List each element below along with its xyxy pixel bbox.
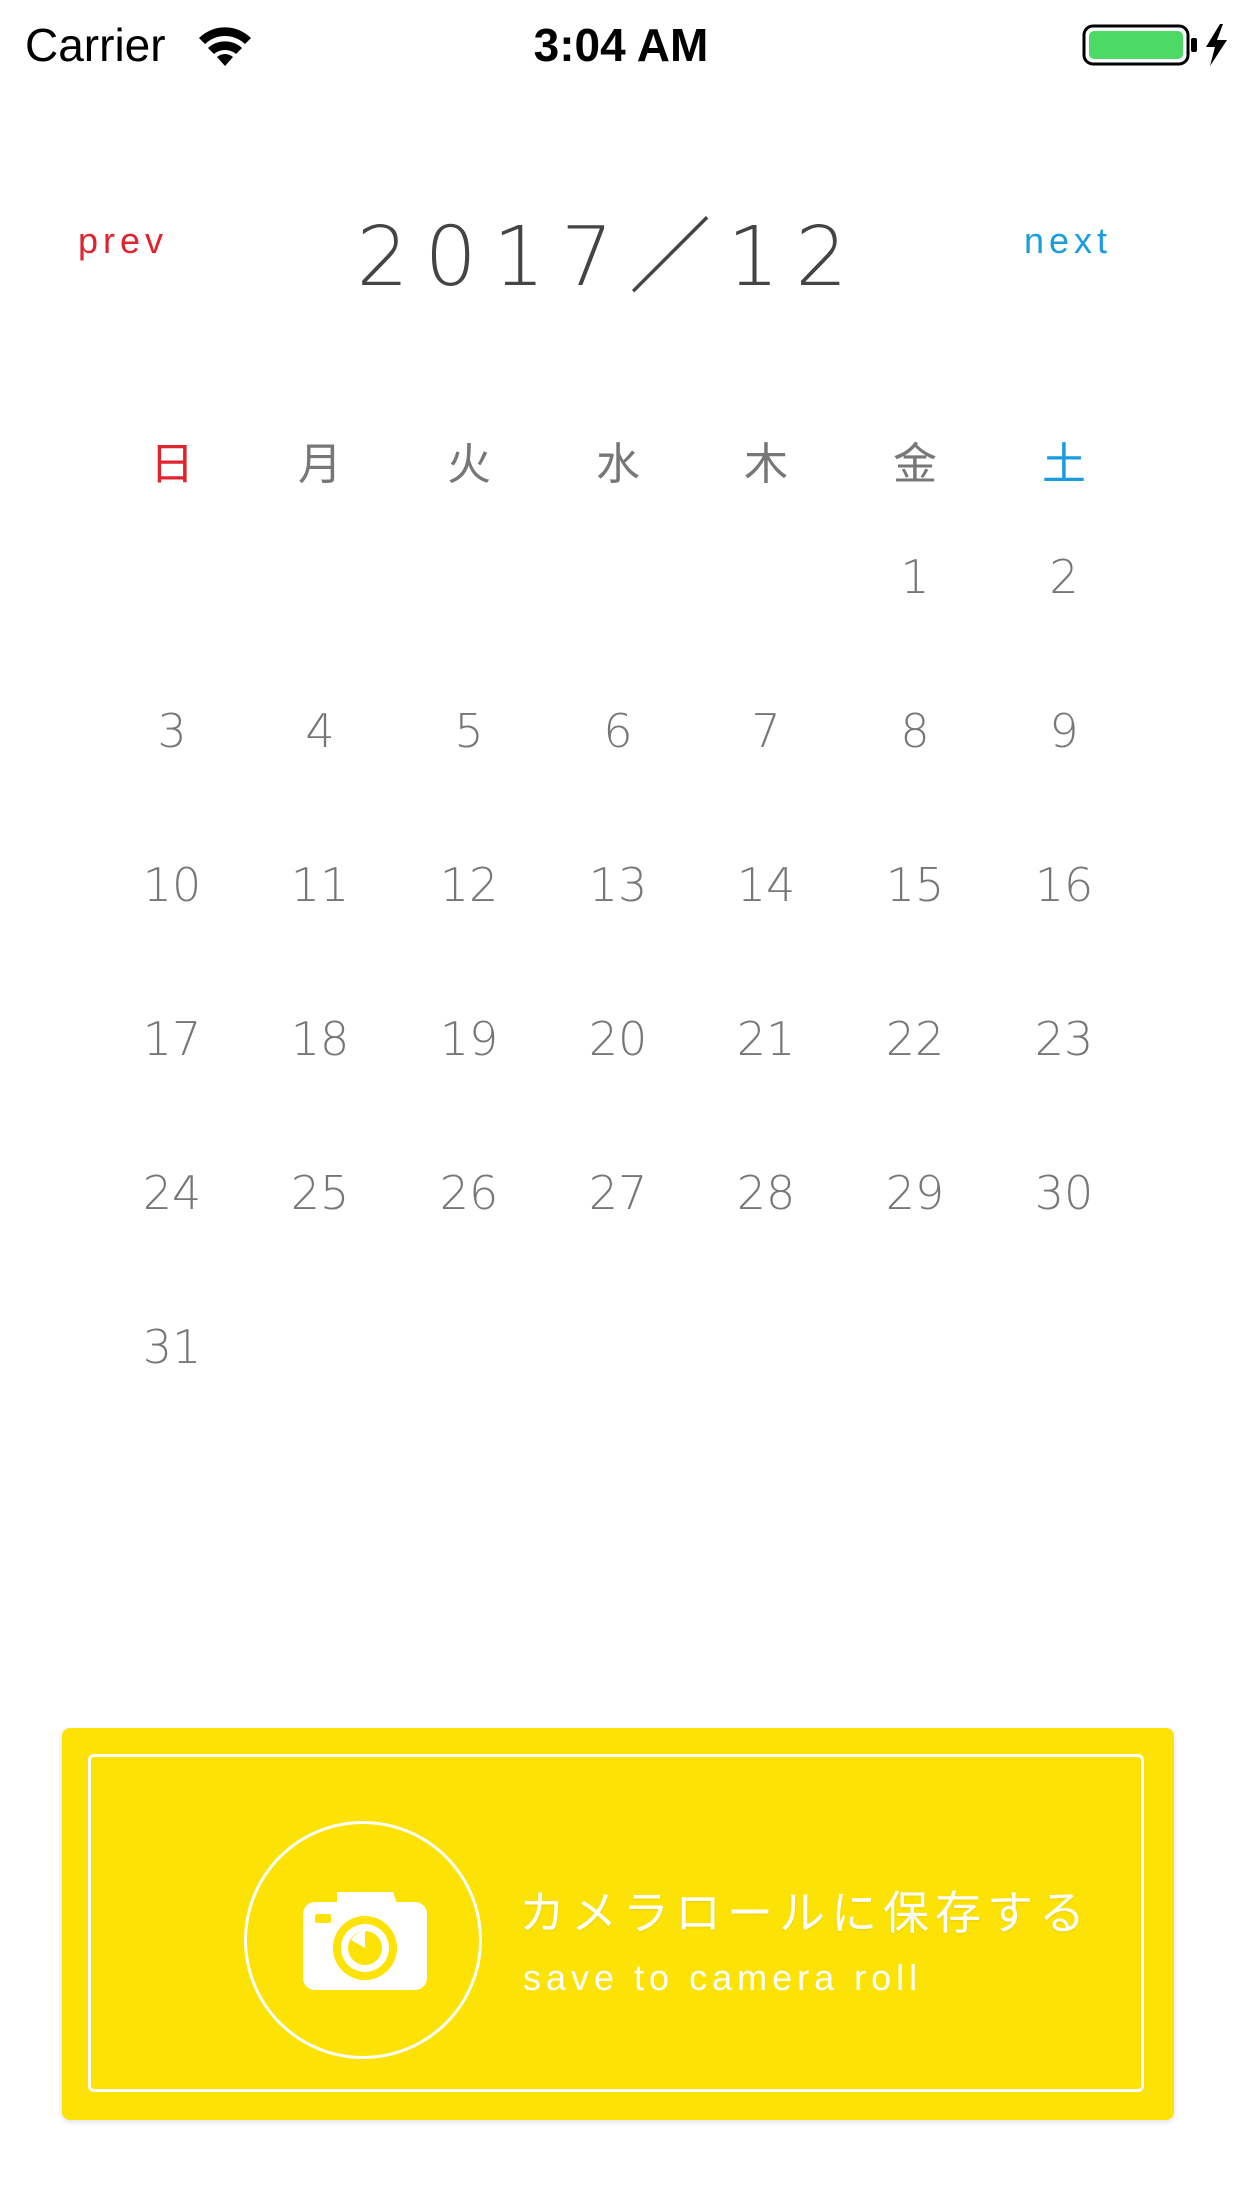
calendar-day[interactable]: 28 [706,1166,826,1220]
calendar-day[interactable]: 3 [112,704,232,758]
save-label-english: save to camera roll [523,1957,923,1998]
calendar-day[interactable]: 6 [558,704,678,758]
calendar-day[interactable]: 1 [855,550,975,604]
calendar-day[interactable]: 30 [1004,1166,1124,1220]
calendar-day[interactable]: 20 [558,1012,678,1066]
calendar-day[interactable]: 10 [112,858,232,912]
calendar-day[interactable]: 13 [558,858,678,912]
calendar-day[interactable]: 15 [855,858,975,912]
camera-icon [303,1892,427,1990]
calendar-day[interactable]: 19 [409,1012,529,1066]
calendar-day[interactable]: 18 [260,1012,380,1066]
calendar-day[interactable]: 9 [1004,704,1124,758]
calendar-day[interactable]: 14 [706,858,826,912]
calendar-day[interactable]: 17 [112,1012,232,1066]
calendar-day[interactable]: 31 [112,1320,232,1374]
calendar-day[interactable]: 4 [260,704,380,758]
calendar-day[interactable]: 2 [1004,550,1124,604]
calendar-day[interactable]: 23 [1004,1012,1124,1066]
calendar-day[interactable]: 11 [260,858,380,912]
calendar-day[interactable]: 5 [409,704,529,758]
calendar-day[interactable]: 25 [260,1166,380,1220]
save-to-camera-roll-button[interactable]: カメラロールに保存する save to camera roll [62,1728,1174,2120]
calendar-day[interactable]: 26 [409,1166,529,1220]
save-button-frame: カメラロールに保存する save to camera roll [88,1754,1144,2092]
calendar-day[interactable]: 7 [706,704,826,758]
camera-icon-circle [244,1821,482,2059]
calendar-day[interactable]: 21 [706,1012,826,1066]
calendar-day[interactable]: 27 [558,1166,678,1220]
save-label-japanese: カメラロールに保存する [519,1886,1091,1940]
calendar-day[interactable]: 8 [855,704,975,758]
calendar-grid: 1 2 3 4 5 6 7 8 9 10 11 12 13 14 15 16 17 18 19 20 21 22 23 24 2… [0,0,1242,1400]
calendar-day[interactable]: 29 [855,1166,975,1220]
calendar-day[interactable]: 24 [112,1166,232,1220]
calendar-day[interactable]: 16 [1004,858,1124,912]
calendar-day[interactable]: 12 [409,858,529,912]
calendar-day[interactable]: 22 [855,1012,975,1066]
